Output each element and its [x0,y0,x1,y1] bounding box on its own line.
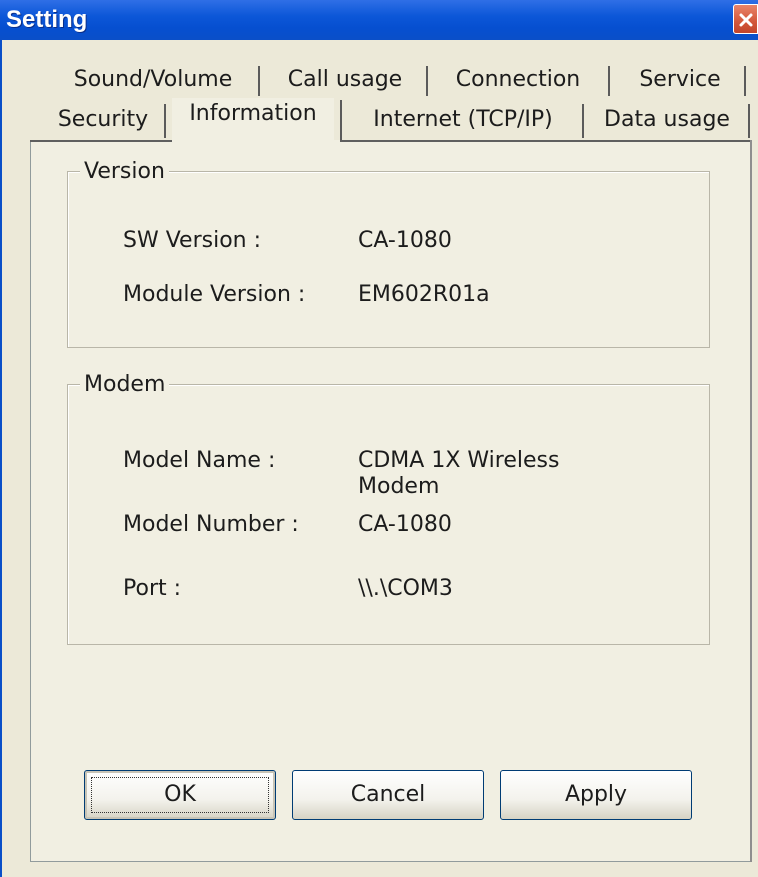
port-label: Port : [123,576,182,601]
model-name-label: Model Name : [123,448,276,473]
cancel-button-label: Cancel [350,782,426,807]
window-left-border [0,40,2,877]
tab-label: Sound/Volume [73,67,233,92]
sw-version-value: CA-1080 [358,228,452,253]
panel-right-border [750,140,752,862]
module-version-label: Module Version : [123,282,306,307]
tab-connection[interactable]: Connection [438,64,598,98]
tab-separator [748,104,750,138]
cancel-button[interactable]: Cancel [292,770,484,820]
close-icon [739,13,753,27]
tab-label: Information [189,101,317,126]
tab-label: Connection [455,67,581,92]
apply-button-label: Apply [564,782,628,807]
tab-label: Service [639,67,721,92]
tab-separator [582,104,584,138]
tab-separator [258,66,260,96]
tab-call-usage[interactable]: Call usage [270,64,420,98]
port-value: \\.\COM3 [358,576,453,601]
sw-version-label: SW Version : [123,228,262,253]
tab-information[interactable]: Information [172,98,334,142]
tab-label: Call usage [287,67,403,92]
apply-button[interactable]: Apply [500,770,692,820]
tab-data-usage[interactable]: Data usage [594,104,740,138]
model-number-value: CA-1080 [358,512,452,537]
tab-separator [426,66,428,96]
title-bar[interactable]: Setting [0,0,758,40]
tab-separator [608,66,610,96]
window-title: Setting [6,6,88,33]
tab-label: Internet (TCP/IP) [373,107,553,132]
ok-button-label: OK [164,782,196,807]
model-number-label: Model Number : [123,512,299,537]
version-groupbox [67,171,710,348]
tab-separator [744,66,746,96]
tab-separator [164,104,166,138]
modem-group-legend: Modem [80,372,170,398]
version-group-legend: Version [80,159,169,185]
close-button[interactable] [733,4,758,34]
tab-internet-tcpip[interactable]: Internet (TCP/IP) [350,104,576,138]
tab-label: Security [57,107,149,132]
tab-separator [340,100,342,140]
tab-sound-volume[interactable]: Sound/Volume [58,64,248,98]
module-version-value: EM602R01a [358,282,490,307]
model-name-value: CDMA 1X Wireless Modem [358,448,560,499]
panel-top-border [340,140,752,142]
tab-label: Data usage [604,107,730,132]
ok-button[interactable]: OK [84,770,276,820]
tab-security[interactable]: Security [48,104,158,138]
tab-service[interactable]: Service [620,64,740,98]
panel-top-border [30,140,172,142]
